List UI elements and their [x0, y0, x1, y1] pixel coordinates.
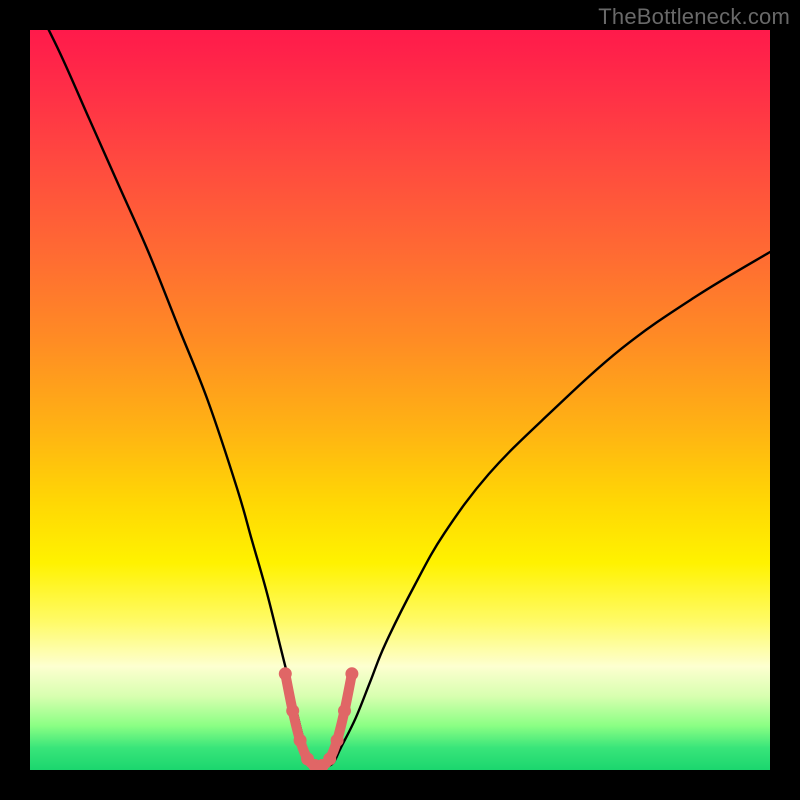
plot-area [30, 30, 770, 770]
attribution-text: TheBottleneck.com [598, 4, 790, 30]
chart-stage: TheBottleneck.com [0, 0, 800, 800]
gradient-background [30, 30, 770, 770]
